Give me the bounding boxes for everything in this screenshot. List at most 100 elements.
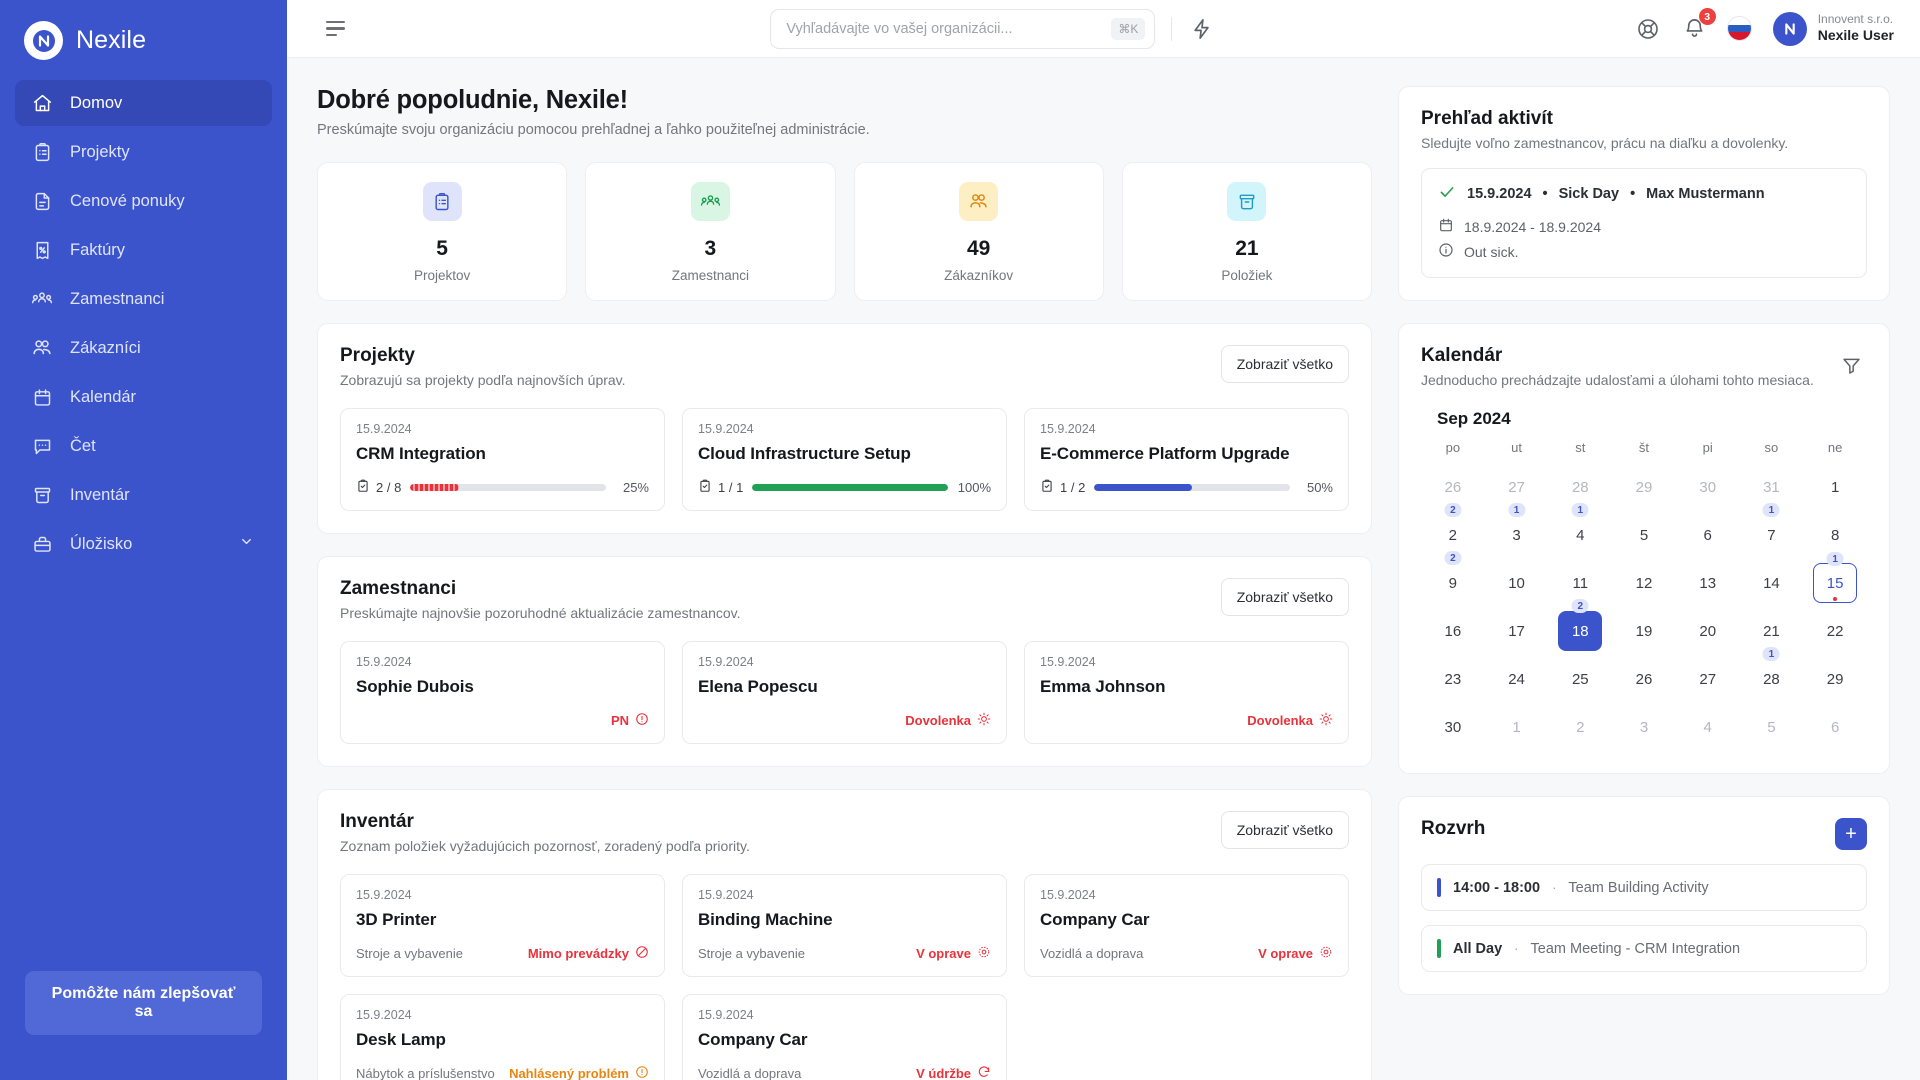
search-box[interactable]: ⌘K <box>770 8 1156 49</box>
calendar-day[interactable]: 92 <box>1431 551 1475 603</box>
calendar-day[interactable]: 30 <box>1686 467 1730 507</box>
improve-button[interactable]: Pomôžte nám zlepšovať sa <box>25 971 262 1035</box>
calendar-cell[interactable]: 30 <box>1421 703 1485 751</box>
calendar-day[interactable]: 17 <box>1495 611 1539 651</box>
search-input[interactable] <box>786 20 1112 37</box>
inventory-card[interactable]: 15.9.2024 3D Printer Stroje a vybavenie … <box>340 874 665 977</box>
sidebar-item-inventar[interactable]: Inventár <box>15 472 272 518</box>
calendar-cell[interactable]: 12 <box>1612 559 1676 607</box>
chevron-down-icon[interactable] <box>239 534 254 554</box>
calendar-cell[interactable]: 3 <box>1612 703 1676 751</box>
lifebuoy-icon[interactable] <box>1635 15 1662 42</box>
calendar-cell[interactable]: 41 <box>1548 503 1612 559</box>
bell-icon[interactable]: 3 <box>1681 8 1716 42</box>
calendar-cell[interactable]: 5 <box>1612 511 1676 559</box>
calendar-cell[interactable]: 23 <box>1421 655 1485 703</box>
stat-card-zamestnanci[interactable]: 3 Zamestnanci <box>585 162 836 301</box>
calendar-cell[interactable]: 1 <box>1485 703 1549 751</box>
calendar-day[interactable]: 16 <box>1431 611 1475 651</box>
calendar-cell[interactable]: 24 <box>1485 655 1549 703</box>
employee-card[interactable]: 15.9.2024 Emma Johnson Dovolenka <box>1024 641 1349 744</box>
calendar-day[interactable]: 6 <box>1686 515 1730 555</box>
calendar-cell[interactable]: 10 <box>1485 559 1549 607</box>
calendar-day[interactable]: 27 <box>1495 467 1539 507</box>
calendar-day[interactable]: 31 <box>1749 467 1793 507</box>
calendar-day[interactable]: 29 <box>1813 659 1857 699</box>
flag-slovakia-icon[interactable] <box>1726 16 1752 41</box>
calendar-day[interactable]: 14 <box>1749 563 1793 603</box>
calendar-cell[interactable]: 18 2 <box>1548 599 1612 655</box>
calendar-cell[interactable]: 92 <box>1421 551 1485 607</box>
calendar-day[interactable]: 18 2 <box>1558 599 1603 651</box>
calendar-day[interactable]: 28 1 <box>1749 647 1793 699</box>
sidebar-item-cet[interactable]: Čet <box>15 423 272 469</box>
employee-card[interactable]: 15.9.2024 Elena Popescu Dovolenka <box>682 641 1007 744</box>
calendar-day[interactable]: 71 <box>1749 503 1793 555</box>
sidebar-item-kalendar[interactable]: Kalendár <box>15 374 272 420</box>
inventory-card[interactable]: 15.9.2024 Desk Lamp Nábytok a príslušens… <box>340 994 665 1080</box>
calendar-cell[interactable]: 26 <box>1612 655 1676 703</box>
stat-card-poloziek[interactable]: 21 Položiek <box>1121 162 1372 301</box>
project-card[interactable]: 15.9.2024 CRM Integration 2 / 8 25% <box>340 408 665 511</box>
calendar-day[interactable]: 29 <box>1622 467 1666 507</box>
sidebar-item-faktury[interactable]: Faktúry <box>15 227 272 273</box>
calendar-cell[interactable]: 15 1 <box>1803 552 1867 607</box>
calendar-cell[interactable]: 28 1 <box>1740 647 1804 703</box>
calendar-day[interactable]: 41 <box>1558 503 1602 555</box>
inventory-card[interactable]: 15.9.2024 Binding Machine Stroje a vybav… <box>682 874 1007 977</box>
bolt-icon[interactable] <box>1188 15 1216 43</box>
calendar-day[interactable]: 22 <box>1431 503 1475 555</box>
calendar-day[interactable]: 26 <box>1622 659 1666 699</box>
view-all-inventory-button[interactable]: Zobraziť všetko <box>1220 811 1349 849</box>
sidebar-item-cenove-ponuky[interactable]: Cenové ponuky <box>15 178 272 224</box>
calendar-cell[interactable]: 1 <box>1803 463 1867 511</box>
view-all-employees-button[interactable]: Zobraziť všetko <box>1220 578 1349 616</box>
employee-card[interactable]: 15.9.2024 Sophie Dubois PN <box>340 641 665 744</box>
brand[interactable]: Nexile <box>0 0 287 60</box>
calendar-cell[interactable]: 22 <box>1803 607 1867 655</box>
user-menu[interactable]: Innovent s.r.o. Nexile User <box>1772 11 1894 46</box>
calendar-cell[interactable]: 17 <box>1485 607 1549 655</box>
activity-entry[interactable]: 15.9.2024 • Sick Day • Max Mustermann 18… <box>1421 168 1867 278</box>
calendar-day[interactable]: 31 <box>1495 503 1539 555</box>
calendar-day[interactable]: 23 <box>1431 659 1475 699</box>
calendar-day[interactable]: 13 <box>1686 563 1730 603</box>
calendar-day[interactable]: 10 <box>1495 563 1539 603</box>
calendar-cell[interactable]: 20 <box>1676 607 1740 655</box>
calendar-cell[interactable]: 19 <box>1612 607 1676 655</box>
schedule-item[interactable]: All Day · Team Meeting - CRM Integration <box>1421 925 1867 972</box>
calendar-day[interactable]: 15 1 <box>1813 552 1858 603</box>
view-all-projects-button[interactable]: Zobraziť všetko <box>1220 345 1349 383</box>
calendar-day[interactable]: 28 <box>1558 467 1602 507</box>
calendar-day[interactable]: 26 <box>1431 467 1475 507</box>
sidebar-item-projekty[interactable]: Projekty <box>15 129 272 175</box>
stat-card-zakaznikov[interactable]: 49 Zákazníkov <box>853 162 1104 301</box>
calendar-cell[interactable]: 29 <box>1612 463 1676 511</box>
calendar-cell[interactable]: 29 <box>1803 655 1867 703</box>
calendar-day[interactable]: 30 <box>1431 707 1475 747</box>
calendar-cell[interactable]: 6 <box>1803 703 1867 751</box>
calendar-day[interactable]: 6 <box>1813 707 1857 747</box>
calendar-cell[interactable]: 14 <box>1740 559 1804 607</box>
calendar-day[interactable]: 21 <box>1749 611 1793 651</box>
calendar-day[interactable]: 19 <box>1622 611 1666 651</box>
calendar-cell[interactable]: 5 <box>1740 703 1804 751</box>
stat-card-projektov[interactable]: 5 Projektov <box>317 162 568 301</box>
calendar-cell[interactable]: 16 <box>1421 607 1485 655</box>
calendar-day[interactable]: 4 <box>1686 707 1730 747</box>
calendar-cell[interactable]: 71 <box>1740 503 1804 559</box>
calendar-day[interactable]: 27 <box>1686 659 1730 699</box>
calendar-day[interactable]: 8 <box>1813 515 1857 555</box>
schedule-item[interactable]: 14:00 - 18:00 · Team Building Activity <box>1421 864 1867 911</box>
calendar-cell[interactable]: 27 <box>1676 655 1740 703</box>
calendar-cell[interactable]: 31 <box>1485 503 1549 559</box>
calendar-cell[interactable]: 25 <box>1548 655 1612 703</box>
calendar-cell[interactable]: 6 <box>1676 511 1740 559</box>
calendar-day[interactable]: 2 <box>1558 707 1602 747</box>
calendar-day[interactable]: 22 <box>1813 611 1857 651</box>
project-card[interactable]: 15.9.2024 Cloud Infrastructure Setup 1 /… <box>682 408 1007 511</box>
sidebar-item-domov[interactable]: Domov <box>15 80 272 126</box>
menu-icon[interactable] <box>326 16 352 42</box>
inventory-card[interactable]: 15.9.2024 Company Car Vozidlá a doprava … <box>1024 874 1349 977</box>
calendar-cell[interactable]: 13 <box>1676 559 1740 607</box>
